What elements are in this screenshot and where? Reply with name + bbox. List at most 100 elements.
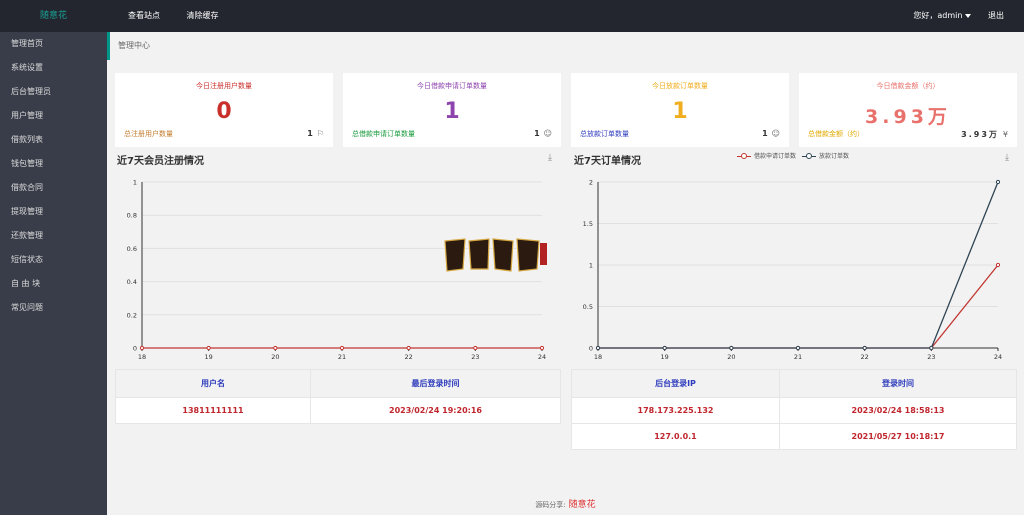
card-value: 1	[672, 99, 688, 124]
logout-link[interactable]: 退出	[988, 11, 1004, 20]
chart-left-title: 近7天会员注册情况	[117, 156, 204, 167]
y-tick-label: 0	[589, 345, 593, 353]
x-tick-label: 18	[138, 353, 146, 361]
data-point	[406, 345, 411, 351]
x-tick-label: 23	[927, 353, 935, 361]
data-point	[273, 345, 278, 351]
card-total-value: 1	[762, 129, 768, 138]
data-point	[862, 345, 867, 351]
card-total: 3.93万 ¥	[961, 129, 1008, 140]
sidebar-item-users[interactable]: 用户管理	[0, 104, 107, 128]
caret-down-icon	[965, 13, 972, 18]
stat-card-loan-amount: 今日借款金额（约） 3.93万 总借款金额（约） 3.93万 ¥	[799, 73, 1017, 147]
y-tick-label: 0.8	[127, 212, 137, 220]
admin-login-ip-table: 后台登录IP 登录时间 178.173.225.132 2023/02/24 1…	[571, 369, 1017, 450]
download-icon[interactable]: ⤓	[1005, 153, 1009, 163]
sidebar-item-free-block[interactable]: 自 由 块	[0, 272, 107, 296]
sidebar-item-settings[interactable]: 系统设置	[0, 56, 107, 80]
data-point	[795, 345, 801, 351]
data-point	[339, 345, 345, 351]
sidebar-item-home[interactable]: 管理首页	[0, 32, 107, 56]
sidebar-item-loans[interactable]: 借款列表	[0, 128, 107, 152]
y-tick-label: 1.5	[583, 220, 593, 228]
card-value: 0	[216, 99, 232, 124]
app-logo[interactable]: 随意花	[0, 0, 107, 32]
data-point	[539, 345, 545, 351]
chart-legend: 借款申请订单数 放款订单数	[737, 151, 855, 160]
smile-icon: ☺	[771, 129, 780, 138]
x-tick-label: 21	[794, 353, 802, 361]
data-point	[473, 345, 478, 351]
column-header: 登录时间	[779, 369, 1017, 398]
sidebar-item-withdraw[interactable]: 提现管理	[0, 200, 107, 224]
data-point	[729, 345, 734, 351]
card-title: 今日借款申请订单数量	[417, 82, 487, 90]
card-total-value: 1	[307, 129, 313, 138]
data-point	[929, 345, 934, 351]
sidebar: 管理首页 系统设置 后台管理员 用户管理 借款列表 钱包管理 借款合同 提现管理…	[0, 32, 107, 515]
download-icon[interactable]: ⤓	[548, 153, 552, 163]
x-tick-label: 21	[338, 353, 346, 361]
card-total-value: 1	[534, 129, 540, 138]
card-foot-label: 总借款金额（约）	[808, 130, 864, 138]
y-tick-label: 0.6	[127, 245, 137, 253]
x-tick-label: 23	[471, 353, 479, 361]
card-total: 1 ☺	[762, 129, 780, 138]
sidebar-item-repayment[interactable]: 还款管理	[0, 224, 107, 248]
x-tick-label: 24	[994, 353, 1002, 361]
sidebar-item-faq[interactable]: 常见问题	[0, 296, 107, 320]
stat-card-disbursements: 今日放款订单数量 1 总放款订单数量 1 ☺	[571, 73, 789, 147]
yen-icon: ¥	[1002, 130, 1008, 139]
x-tick-label: 22	[405, 353, 413, 361]
clear-cache-link[interactable]: 清除缓存	[187, 11, 219, 20]
sidebar-item-wallet[interactable]: 钱包管理	[0, 152, 107, 176]
flag-icon: ⚐	[316, 129, 324, 138]
x-tick-label: 20	[727, 353, 735, 361]
y-tick-label: 0.4	[127, 278, 137, 286]
chart-right-title: 近7天订单情况	[574, 156, 641, 167]
x-tick-label: 20	[271, 353, 279, 361]
card-value: 3.93万	[865, 106, 951, 128]
top-bar: 随意花 查看站点 清除缓存 您好，admin 退出	[0, 0, 1024, 32]
view-site-link[interactable]: 查看站点	[128, 11, 160, 20]
sidebar-item-sms[interactable]: 短信状态	[0, 248, 107, 272]
card-title: 今日注册用户数量	[196, 82, 252, 90]
legend-item-applications[interactable]: 借款申请订单数	[737, 151, 796, 160]
table-cell: 127.0.0.1	[571, 423, 780, 450]
sidebar-item-admins[interactable]: 后台管理员	[0, 80, 107, 104]
orders-chart: 0 0.5 1 1.5 2 18 19 20 21 22 23 24	[583, 179, 1002, 362]
data-point	[139, 345, 145, 351]
sidebar-item-contracts[interactable]: 借款合同	[0, 176, 107, 200]
breadcrumb: 管理中心	[107, 32, 1024, 60]
legend-swatch	[737, 152, 751, 159]
user-menu[interactable]: 您好，admin	[913, 11, 972, 20]
data-point	[595, 345, 601, 351]
legend-item-disbursed[interactable]: 放款订单数	[802, 151, 849, 160]
card-value: 1	[444, 99, 460, 124]
column-header: 最后登录时间	[310, 369, 561, 398]
card-foot-label: 总借款申请订单数量	[352, 130, 415, 138]
y-tick-label: 0.2	[127, 311, 137, 319]
y-tick-label: 0.5	[583, 303, 593, 311]
y-tick-label: 1	[589, 262, 593, 270]
card-total: 1 ⚐	[307, 129, 324, 138]
table-row: 13811111111 2023/02/24 19:20:16	[115, 397, 561, 424]
smile-icon: ☺	[543, 129, 552, 138]
last-login-table: 用户名 最后登录时间 13811111111 2023/02/24 19:20:…	[115, 369, 561, 424]
footer: 源码分享: 随意花	[107, 496, 1024, 515]
y-tick-label: 1	[133, 179, 137, 187]
x-tick-label: 24	[538, 353, 546, 361]
table-row: 178.173.225.132 2023/02/24 18:58:13	[571, 397, 1017, 424]
stat-card-registrations: 今日注册用户数量 0 总注册用户数量 1 ⚐	[115, 73, 333, 147]
card-title: 今日借款金额（约）	[876, 82, 940, 90]
table-cell: 2021/05/27 10:18:17	[779, 423, 1017, 450]
stat-card-loan-applications: 今日借款申请订单数量 1 总借款申请订单数量 1 ☺	[343, 73, 561, 147]
footer-brand[interactable]: 随意花	[569, 500, 596, 510]
data-point	[995, 179, 1001, 185]
user-area: 您好，admin 退出	[899, 0, 1004, 32]
footer-label: 源码分享:	[535, 501, 566, 509]
table-cell: 2023/02/24 18:58:13	[779, 397, 1017, 424]
data-point	[662, 345, 667, 351]
x-tick-label: 19	[661, 353, 669, 361]
card-foot-label: 总放款订单数量	[580, 130, 629, 138]
